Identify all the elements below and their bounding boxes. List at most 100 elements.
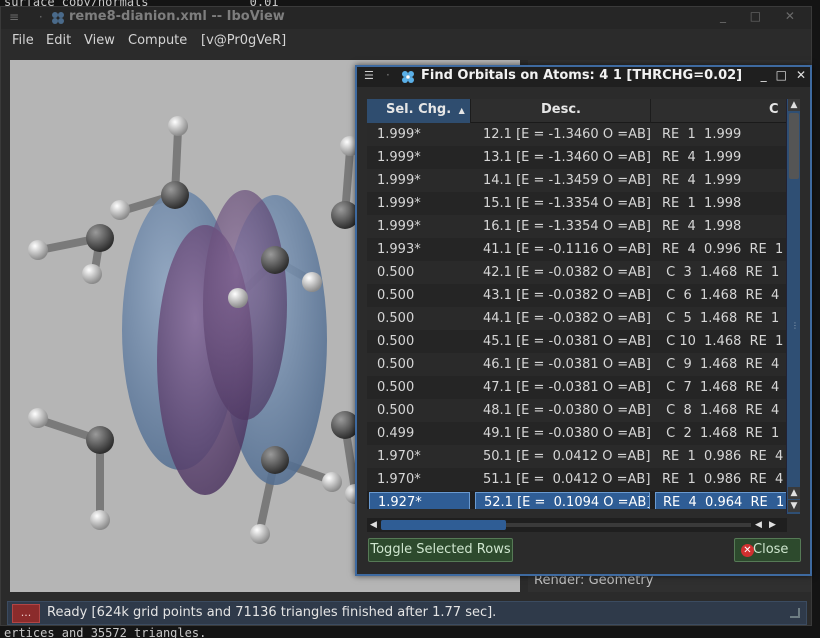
table-row[interactable]: 0.500 46.1 [E = -0.0381 O =AB] C 9 1.468 … xyxy=(367,353,789,376)
scroll-page-up-icon[interactable]: ▲ xyxy=(788,487,800,499)
scroll-page-left-icon[interactable]: ◀ xyxy=(753,519,764,531)
cell-atoms: C 6 1.468 RE 4 xyxy=(662,288,780,303)
vertical-scrollbar[interactable]: ▲ ⋮ ▲ ▼ xyxy=(786,99,800,514)
horizontal-scrollbar[interactable]: ◀ ◀ ▶ xyxy=(367,518,787,532)
window-menu-icon[interactable]: ≡ · xyxy=(9,10,51,24)
cell-atoms: C 7 1.468 RE 4 xyxy=(662,380,780,395)
table-row[interactable]: 1.999* 16.1 [E = -1.3354 O =AB] RE 4 1.998 xyxy=(367,215,789,238)
cell-sel-chg: 1.970* xyxy=(377,449,421,464)
horizontal-scroll-track[interactable] xyxy=(506,523,751,527)
table-row[interactable]: 0.500 44.1 [E = -0.0382 O =AB] C 5 1.468 … xyxy=(367,307,789,330)
table-row[interactable]: 1.999* 15.1 [E = -1.3354 O =AB] RE 1 1.998 xyxy=(367,192,789,215)
column-header-sel-chg[interactable]: Sel. Chg. ▲ xyxy=(367,99,471,123)
menu-compute[interactable]: Compute xyxy=(128,33,187,48)
cell-atoms: RE 4 1.998 xyxy=(662,219,742,234)
menu-user[interactable]: [v@Pr0gVeR] xyxy=(201,33,286,48)
cell-desc: 14.1 [E = -1.3459 O =AB] xyxy=(483,173,651,188)
cell-desc: 50.1 [E = 0.0412 O =AB] xyxy=(483,449,651,464)
find-orbitals-dialog: ☰ · Find Orbitals on Atoms: 4 1 [THRCHG=… xyxy=(355,65,812,576)
table-row[interactable]: 1.999* 13.1 [E = -1.3460 O =AB] RE 4 1.999 xyxy=(367,146,789,169)
table-row[interactable]: 0.500 43.1 [E = -0.0382 O =AB] C 6 1.468 … xyxy=(367,284,789,307)
window-title: reme8-dianion.xml -- IboView xyxy=(69,9,285,24)
cell-atoms: C 9 1.468 RE 4 xyxy=(662,357,780,372)
table-row[interactable]: 0.500 42.1 [E = -0.0382 O =AB] C 3 1.468 … xyxy=(367,261,789,284)
table-row[interactable]: 1.970* 50.1 [E = 0.0412 O =AB] RE 1 0.986 … xyxy=(367,445,789,468)
cell-sel-chg: 1.970* xyxy=(377,472,421,487)
cell-desc: 15.1 [E = -1.3354 O =AB] xyxy=(483,196,651,211)
scroll-left-icon[interactable]: ◀ xyxy=(368,519,379,531)
toggle-selected-rows-button[interactable]: Toggle Selected Rows xyxy=(368,538,513,562)
minimize-icon[interactable]: _ xyxy=(761,68,767,82)
table-row[interactable]: 0.500 48.1 [E = -0.0380 O =AB] C 8 1.468 … xyxy=(367,399,789,422)
status-bar: ... Ready [624k grid points and 71136 tr… xyxy=(7,601,807,625)
cell-atoms: RE 4 1.999 xyxy=(662,150,742,165)
table-row[interactable]: 0.500 45.1 [E = -0.0381 O =AB] C 10 1.468… xyxy=(367,330,789,353)
scroll-down-icon[interactable]: ▼ xyxy=(788,500,800,512)
table-row[interactable]: 1.999* 12.1 [E = -1.3460 O =AB] RE 1 1.999 xyxy=(367,123,789,146)
cell-atoms: C 10 1.468 RE 1 xyxy=(662,334,784,349)
cell-sel-chg: 0.500 xyxy=(377,311,415,326)
cell-atoms: RE 4 0.996 RE 1 xyxy=(662,242,784,257)
dialog-app-icon xyxy=(402,71,414,83)
cell-atoms: RE 4 0.964 RE 1 xyxy=(655,492,789,509)
cell-atoms: C 3 1.468 RE 1 xyxy=(662,265,780,280)
cell-atoms: RE 1 1.998 xyxy=(662,196,742,211)
scroll-right-icon[interactable]: ▶ xyxy=(767,519,778,531)
cell-desc: 46.1 [E = -0.0381 O =AB] xyxy=(483,357,651,372)
menu-edit[interactable]: Edit xyxy=(46,33,71,48)
cell-atoms: C 5 1.468 RE 1 xyxy=(662,311,780,326)
resize-grip-icon[interactable] xyxy=(790,608,800,618)
sort-ascending-icon: ▲ xyxy=(458,106,465,115)
cell-desc: 41.1 [E = -0.1116 O =AB] xyxy=(483,242,651,257)
menubar: File Edit View Compute [v@Pr0gVeR] xyxy=(1,31,811,53)
cell-sel-chg: 0.500 xyxy=(377,265,415,280)
dialog-menu-icon[interactable]: ☰ xyxy=(364,69,374,82)
cell-sel-chg: 1.999* xyxy=(377,219,421,234)
cell-atoms: RE 1 0.986 RE 4 xyxy=(662,472,784,487)
column-header-desc[interactable]: Desc. xyxy=(471,99,651,123)
cell-desc: 16.1 [E = -1.3354 O =AB] xyxy=(483,219,651,234)
table-row[interactable]: 1.927* 52.1 [E = 0.1094 O =AB] RE 4 0.964 … xyxy=(367,491,789,509)
cell-sel-chg: 1.999* xyxy=(377,127,421,142)
dialog-window-controls: _ □ ✕ xyxy=(752,68,806,82)
cell-desc: 43.1 [E = -0.0382 O =AB] xyxy=(483,288,651,303)
cell-sel-chg: 0.499 xyxy=(377,426,415,441)
menu-file[interactable]: File xyxy=(12,33,34,48)
cell-sel-chg: 0.500 xyxy=(377,288,415,303)
orbitals-table[interactable]: Sel. Chg. ▲ Desc. C 1.999* 12.1 [E = -1.3… xyxy=(367,99,789,509)
window-controls[interactable]: _ □ ✕ xyxy=(720,9,805,23)
horizontal-scroll-thumb[interactable] xyxy=(381,520,506,530)
table-row[interactable]: 1.993* 41.1 [E = -0.1116 O =AB] RE 4 0.996… xyxy=(367,238,789,261)
table-row[interactable]: 0.500 47.1 [E = -0.0381 O =AB] C 7 1.468 … xyxy=(367,376,789,399)
table-row[interactable]: 1.970* 51.1 [E = 0.0412 O =AB] RE 1 0.986 … xyxy=(367,468,789,491)
cell-atoms: RE 1 0.986 RE 4 xyxy=(662,449,784,464)
cell-sel-chg: 1.999* xyxy=(377,173,421,188)
menu-view[interactable]: View xyxy=(84,33,115,48)
cell-sel-chg: 1.999* xyxy=(377,150,421,165)
table-row[interactable]: 0.499 49.1 [E = -0.0380 O =AB] C 2 1.468 … xyxy=(367,422,789,445)
cell-desc: 12.1 [E = -1.3460 O =AB] xyxy=(483,127,651,142)
cell-sel-chg: 1.999* xyxy=(377,196,421,211)
app-icon xyxy=(52,12,64,24)
dialog-titlebar[interactable]: ☰ · Find Orbitals on Atoms: 4 1 [THRCHG=… xyxy=(357,67,810,87)
scroll-up-icon[interactable]: ▲ xyxy=(788,99,800,111)
maximize-icon[interactable]: □ xyxy=(776,68,787,82)
dialog-pin-icon[interactable]: · xyxy=(386,68,390,82)
cell-desc: 13.1 [E = -1.3460 O =AB] xyxy=(483,150,651,165)
column-header-c[interactable]: C xyxy=(651,99,789,123)
cell-sel-chg: 1.927* xyxy=(369,492,470,509)
dialog-title: Find Orbitals on Atoms: 4 1 [THRCHG=0.02… xyxy=(421,68,743,83)
window-titlebar[interactable]: ≡ · reme8-dianion.xml -- IboView _ □ ✕ xyxy=(1,7,811,29)
cell-desc: 44.1 [E = -0.0382 O =AB] xyxy=(483,311,651,326)
cell-desc: 49.1 [E = -0.0380 O =AB] xyxy=(483,426,651,441)
cell-desc: 47.1 [E = -0.0381 O =AB] xyxy=(483,380,651,395)
vertical-scroll-thumb[interactable] xyxy=(789,113,799,179)
status-log-button[interactable]: ... xyxy=(12,604,40,623)
cell-desc: 42.1 [E = -0.0382 O =AB] xyxy=(483,265,651,280)
close-button[interactable]: ✕ Close xyxy=(734,538,801,562)
cell-atoms: RE 4 1.999 xyxy=(662,173,742,188)
status-text: Ready [624k grid points and 71136 triang… xyxy=(47,605,497,620)
close-window-icon[interactable]: ✕ xyxy=(796,68,806,82)
cell-atoms: C 8 1.468 RE 4 xyxy=(662,403,780,418)
table-row[interactable]: 1.999* 14.1 [E = -1.3459 O =AB] RE 4 1.999 xyxy=(367,169,789,192)
